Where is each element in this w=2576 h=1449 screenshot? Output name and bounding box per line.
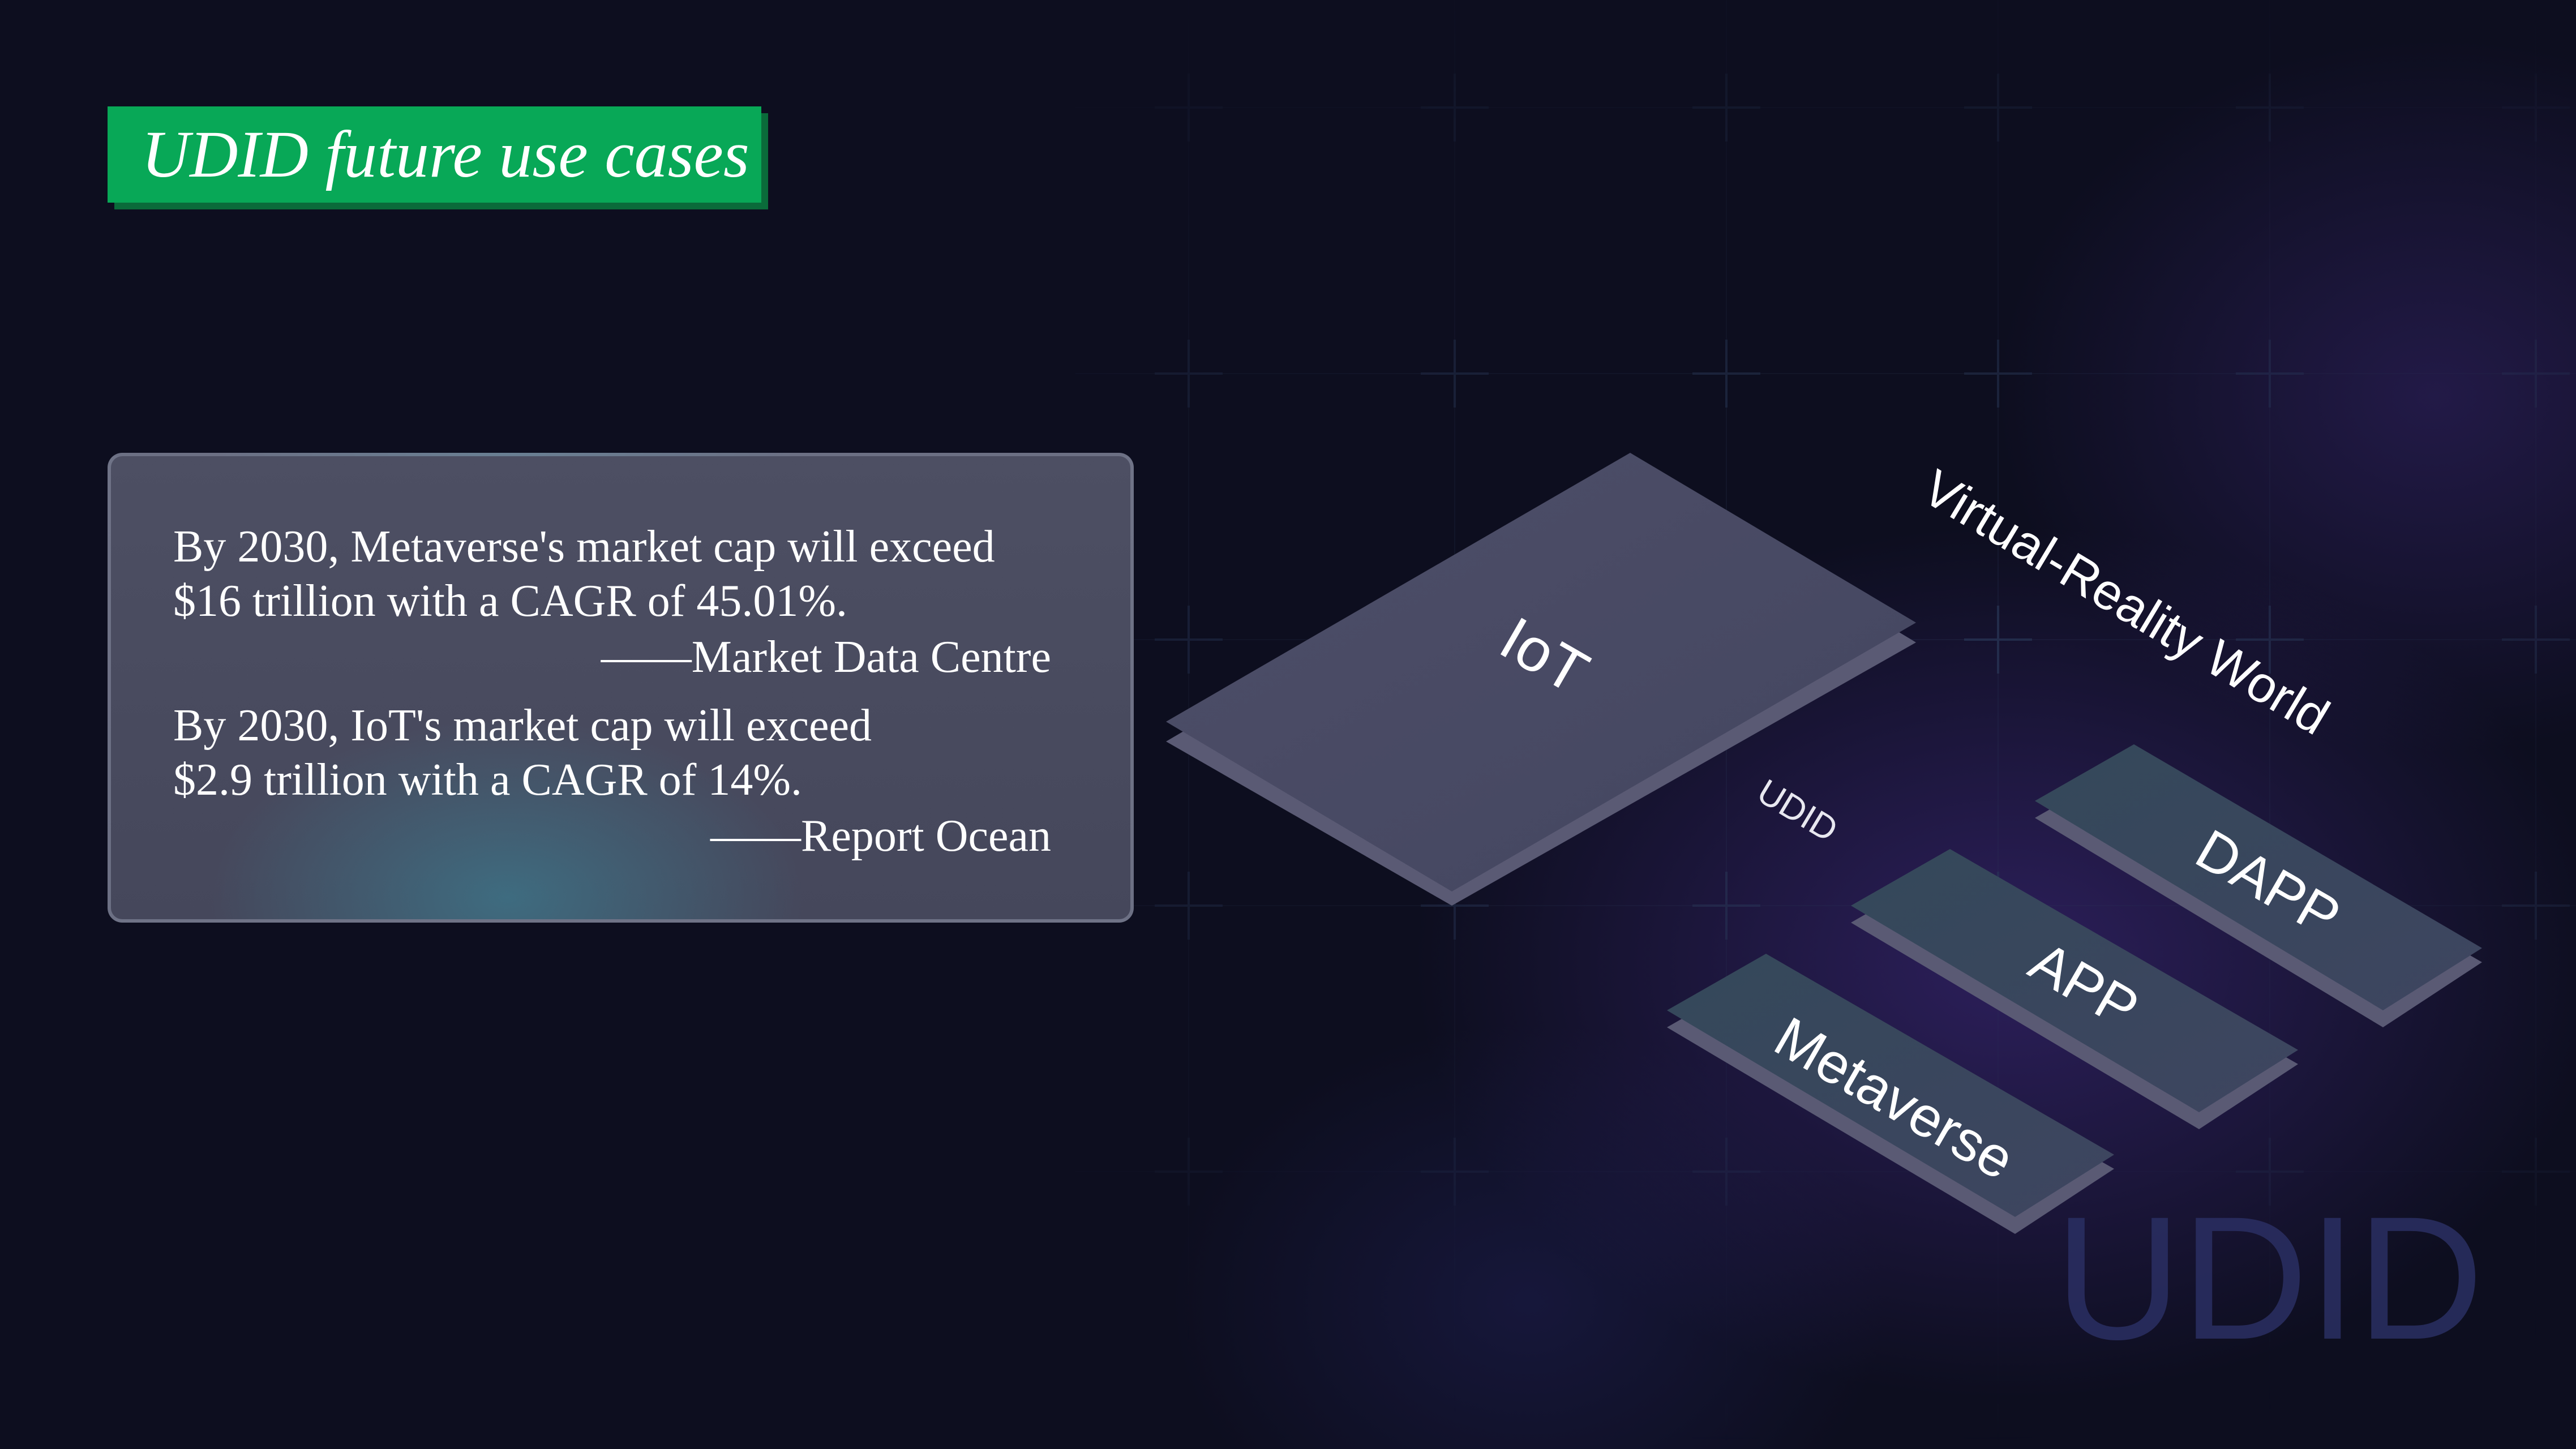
iot-plate: IoT xyxy=(1166,453,1916,906)
udid-center-label: UDID xyxy=(1751,772,1844,850)
watermark-text: UDID xyxy=(2055,1180,2484,1376)
virtual-reality-world-label: Virtual-Reality World xyxy=(1913,459,2339,745)
isometric-diagram: UDID IoT UDID Virtual-Reality World DAPP… xyxy=(1166,453,2484,1376)
